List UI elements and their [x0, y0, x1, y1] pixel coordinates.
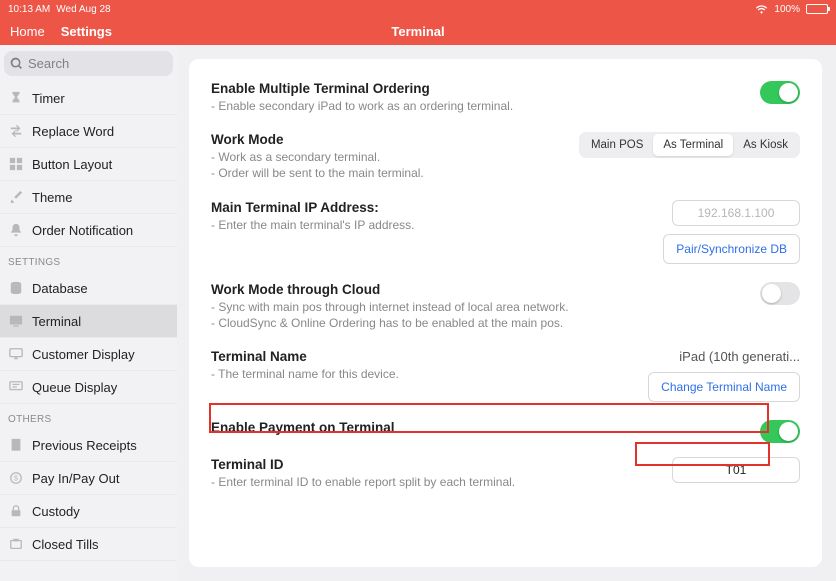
sidebar-item-timer[interactable]: Timer [0, 82, 177, 115]
brush-icon [8, 189, 24, 205]
sidebar-item-label: Customer Display [32, 347, 135, 362]
battery-percent: 100% [774, 4, 800, 15]
setting-desc: - Order will be sent to the main termina… [211, 165, 559, 181]
toggle-cloud-mode[interactable] [760, 282, 800, 305]
sidebar-item-label: Queue Display [32, 380, 117, 395]
setting-work-mode-cloud: Work Mode through Cloud - Sync with main… [211, 282, 800, 331]
setting-desc: - CloudSync & Online Ordering has to be … [211, 315, 740, 331]
sidebar-item-previous-receipts[interactable]: Previous Receipts [0, 429, 177, 462]
nav-bar: Home Settings Terminal [0, 18, 836, 45]
status-time: 10:13 AM [8, 4, 50, 15]
sidebar-item-theme[interactable]: Theme [0, 181, 177, 214]
search-icon [10, 57, 23, 70]
setting-title: Main Terminal IP Address: [211, 200, 643, 215]
sidebar-item-customer-display[interactable]: Customer Display [0, 338, 177, 371]
sidebar-item-label: Replace Word [32, 124, 114, 139]
sidebar-item-label: Terminal [32, 314, 81, 329]
queue-icon [8, 379, 24, 395]
sidebar-item-closed-tills[interactable]: Closed Tills [0, 528, 177, 561]
setting-desc: - The terminal name for this device. [211, 366, 628, 382]
till-icon [8, 536, 24, 552]
button-change-terminal-name[interactable]: Change Terminal Name [648, 372, 800, 402]
nav-settings-button[interactable]: Settings [61, 24, 112, 39]
setting-title: Work Mode through Cloud [211, 282, 740, 297]
setting-desc: - Sync with main pos through internet in… [211, 299, 740, 315]
setting-work-mode: Work Mode - Work as a secondary terminal… [211, 132, 800, 181]
sidebar-item-label: Closed Tills [32, 537, 98, 552]
setting-title: Enable Multiple Terminal Ordering [211, 81, 740, 96]
setting-desc: - Enable secondary iPad to work as an or… [211, 98, 740, 114]
display-icon [8, 346, 24, 362]
sidebar-item-label: Pay In/Pay Out [32, 471, 119, 486]
setting-terminal-name: Terminal Name - The terminal name for th… [211, 349, 800, 402]
seg-as-terminal[interactable]: As Terminal [653, 134, 733, 156]
grid-icon [8, 156, 24, 172]
nav-home-button[interactable]: Home [10, 24, 45, 39]
setting-terminal-id: Terminal ID - Enter terminal ID to enabl… [211, 457, 800, 490]
terminal-icon [8, 313, 24, 329]
sidebar-item-label: Timer [32, 91, 65, 106]
sidebar-item-custody[interactable]: Custody [0, 495, 177, 528]
sidebar-item-label: Database [32, 281, 88, 296]
search-input[interactable]: Search [4, 51, 173, 76]
toggle-multiple-terminal[interactable] [760, 81, 800, 104]
sidebar-item-label: Theme [32, 190, 72, 205]
replace-icon [8, 123, 24, 139]
wifi-icon [755, 5, 768, 14]
button-pair-sync-db[interactable]: Pair/Synchronize DB [663, 234, 800, 264]
sidebar-item-label: Previous Receipts [32, 438, 137, 453]
content-area: Enable Multiple Terminal Ordering - Enab… [177, 45, 836, 581]
seg-main-pos[interactable]: Main POS [581, 134, 653, 156]
setting-desc: - Work as a secondary terminal. [211, 149, 559, 165]
settings-card: Enable Multiple Terminal Ordering - Enab… [189, 59, 822, 567]
sidebar-item-database[interactable]: Database [0, 272, 177, 305]
segmented-work-mode: Main POS As Terminal As Kiosk [579, 132, 800, 158]
setting-title: Terminal Name [211, 349, 628, 364]
sidebar-item-pay-in-out[interactable]: $ Pay In/Pay Out [0, 462, 177, 495]
sidebar: Search Timer Replace Word Button Layout … [0, 45, 177, 581]
setting-main-ip: Main Terminal IP Address: - Enter the ma… [211, 200, 800, 264]
sidebar-item-terminal[interactable]: Terminal [0, 305, 177, 338]
sidebar-item-label: Order Notification [32, 223, 133, 238]
sidebar-item-label: Custody [32, 504, 80, 519]
receipt-icon [8, 437, 24, 453]
bell-icon [8, 222, 24, 238]
setting-title: Work Mode [211, 132, 559, 147]
input-main-ip[interactable]: 192.168.1.100 [672, 200, 800, 226]
status-date: Wed Aug 28 [56, 4, 110, 15]
database-icon [8, 280, 24, 296]
setting-title: Enable Payment on Terminal [211, 420, 740, 435]
setting-desc: - Enter terminal ID to enable report spl… [211, 474, 652, 490]
terminal-name-value: iPad (10th generati... [679, 349, 800, 364]
page-title: Terminal [391, 24, 444, 39]
hourglass-icon [8, 90, 24, 106]
sidebar-item-label: Button Layout [32, 157, 112, 172]
section-header-others: OTHERS [0, 404, 177, 429]
svg-text:$: $ [14, 476, 18, 483]
toggle-enable-payment[interactable] [760, 420, 800, 443]
search-placeholder: Search [28, 56, 69, 71]
battery-icon [806, 4, 828, 14]
sidebar-item-queue-display[interactable]: Queue Display [0, 371, 177, 404]
setting-multiple-terminal: Enable Multiple Terminal Ordering - Enab… [211, 81, 800, 114]
lock-icon [8, 503, 24, 519]
sidebar-item-order-notification[interactable]: Order Notification [0, 214, 177, 247]
seg-as-kiosk[interactable]: As Kiosk [733, 134, 798, 156]
sidebar-item-replace-word[interactable]: Replace Word [0, 115, 177, 148]
setting-desc: - Enter the main terminal's IP address. [211, 217, 643, 233]
status-bar: 10:13 AM Wed Aug 28 100% [0, 0, 836, 18]
setting-enable-payment: Enable Payment on Terminal [211, 420, 800, 443]
money-icon: $ [8, 470, 24, 486]
sidebar-item-button-layout[interactable]: Button Layout [0, 148, 177, 181]
setting-title: Terminal ID [211, 457, 652, 472]
section-header-settings: SETTINGS [0, 247, 177, 272]
input-terminal-id[interactable]: T01 [672, 457, 800, 483]
